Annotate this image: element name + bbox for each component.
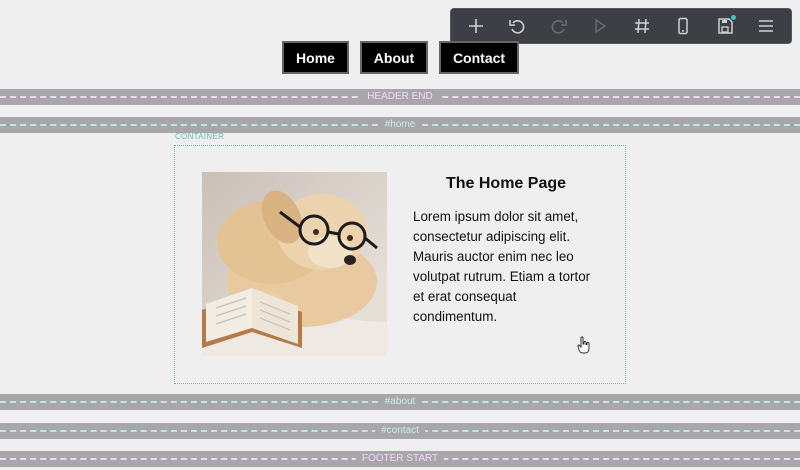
nav-home-button[interactable]: Home: [282, 41, 349, 74]
device-preview-button[interactable]: [668, 11, 698, 41]
dog-reading-image: [202, 172, 387, 356]
section-contact-label: #contact: [375, 424, 425, 438]
preview-button[interactable]: [585, 11, 615, 41]
home-heading: The Home Page: [445, 175, 567, 192]
footer-start-marker: FOOTER START: [0, 451, 800, 467]
redo-icon: [551, 20, 567, 34]
play-icon: [595, 18, 607, 34]
main-nav: Home About Contact: [0, 41, 800, 74]
grid-hash-icon: [634, 18, 649, 34]
add-button[interactable]: [461, 11, 491, 41]
save-button[interactable]: [710, 11, 740, 41]
section-home-marker: #home: [0, 117, 800, 133]
grid-toggle-button[interactable]: [627, 11, 657, 41]
editor-toolbar: [450, 8, 792, 44]
home-paragraph: Lorem ipsum dolor sit amet, consectetur …: [413, 209, 591, 324]
undo-button[interactable]: [502, 11, 532, 41]
menu-icon: [759, 20, 774, 32]
section-home-label: #home: [378, 118, 422, 132]
hand-cursor-icon: [577, 336, 590, 354]
section-contact-marker: #contact: [0, 423, 800, 439]
plus-icon: [468, 19, 483, 33]
header-end-marker: HEADER END: [0, 89, 800, 105]
section-about-marker: #about: [0, 394, 800, 410]
unsaved-indicator: [730, 15, 736, 20]
redo-button[interactable]: [544, 11, 574, 41]
nav-about-button[interactable]: About: [360, 41, 428, 74]
container-label: CONTAINER: [175, 132, 225, 141]
menu-button[interactable]: [751, 11, 781, 41]
nav-contact-button[interactable]: Contact: [439, 41, 519, 74]
save-icon: [718, 18, 733, 34]
header-end-label: HEADER END: [361, 90, 439, 104]
section-about-label: #about: [378, 395, 422, 409]
mobile-icon: [678, 17, 688, 35]
undo-icon: [509, 20, 525, 34]
footer-start-label: FOOTER START: [355, 452, 445, 466]
